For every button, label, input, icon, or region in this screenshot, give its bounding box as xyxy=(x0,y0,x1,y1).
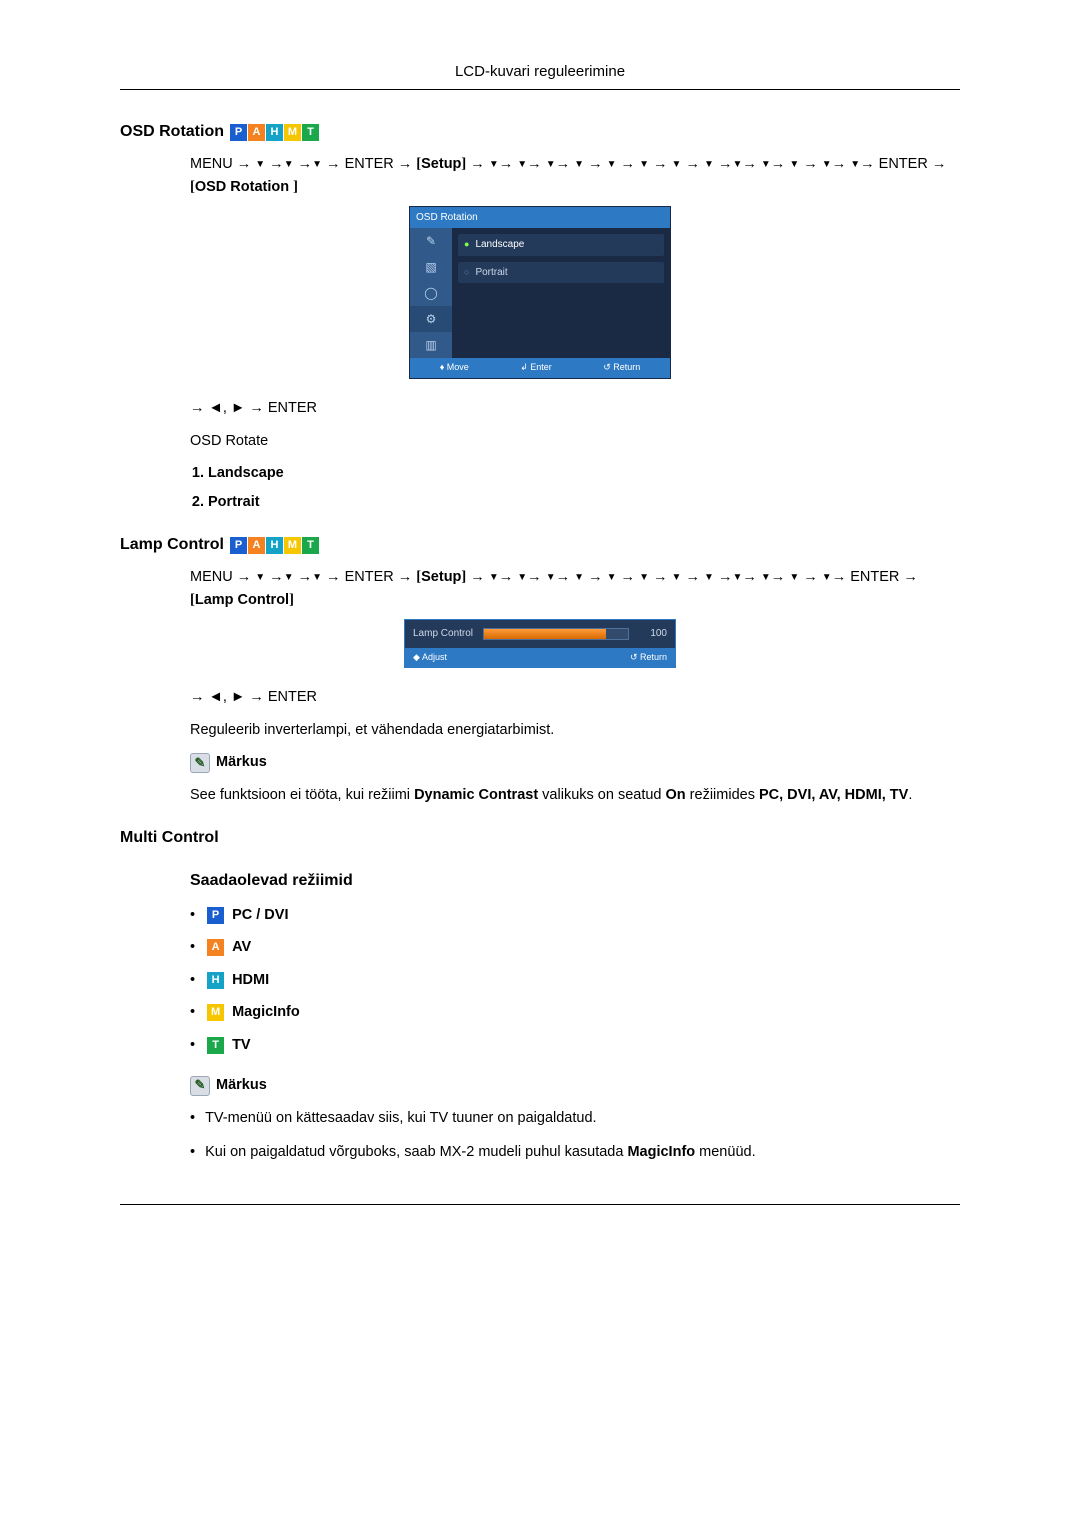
lamp-post-nav: → ◄, ► → ENTER xyxy=(190,686,960,708)
osd-screenshot-header: OSD Rotation xyxy=(410,207,670,229)
lamp-note-heading: ✎ Märkus xyxy=(190,751,960,773)
badge-a-icon: A xyxy=(248,124,265,141)
badge-t-icon: T xyxy=(302,537,319,554)
grid-icon: ▥ xyxy=(410,332,452,358)
footer-rule xyxy=(120,1204,960,1205)
note-icon: ✎ xyxy=(190,1076,210,1096)
mode-pc: P PC / DVI xyxy=(190,904,960,926)
badge-m-icon: M xyxy=(284,537,301,554)
osd-rotation-heading: OSD Rotation P A H M T xyxy=(120,120,960,145)
multi-note-1: TV-menüü on kättesaadav siis, kui TV tuu… xyxy=(190,1107,960,1129)
badge-h-icon: H xyxy=(266,537,283,554)
osd-option-landscape: ●Landscape xyxy=(458,234,664,256)
osd-option-portrait: ○Portrait xyxy=(458,262,664,284)
badge-a-icon: A xyxy=(248,537,265,554)
badge-m-icon: M xyxy=(207,1004,224,1021)
header-rule xyxy=(120,89,960,90)
option-landscape: Landscape xyxy=(208,462,960,484)
footer-adjust: ◆ Adjust xyxy=(413,651,447,665)
mode-hdmi: H HDMI xyxy=(190,969,960,991)
badge-strip-2: P A H M T xyxy=(230,537,319,554)
osd-post-nav: → ◄, ► → ENTER xyxy=(190,397,960,419)
portrait-label: Portrait xyxy=(475,265,507,281)
lamp-description: Reguleerib inverterlampi, et vähendada e… xyxy=(190,719,960,741)
available-modes-heading: Saadaolevad režiimid xyxy=(190,869,960,894)
setup-label-2: Setup xyxy=(421,569,461,585)
multi-control-title: Multi Control xyxy=(120,826,219,851)
mode-magicinfo: M MagicInfo xyxy=(190,1001,960,1023)
osd-options-list: Landscape Portrait xyxy=(190,462,960,513)
mode-magic-label: MagicInfo xyxy=(232,1001,300,1023)
osd-rotation-title: OSD Rotation xyxy=(120,120,224,145)
lamp-control-title: Lamp Control xyxy=(120,533,224,558)
mode-av-label: AV xyxy=(232,936,251,958)
osd-screenshot: OSD Rotation ✎ ▧ ◯ ⚙ ▥ ●Landscape ○Portr… xyxy=(409,206,671,379)
lamp-control-label: Lamp Control xyxy=(195,592,289,608)
note-label: Märkus xyxy=(216,751,267,773)
badge-strip: P A H M T xyxy=(230,124,319,141)
lamp-screenshot: Lamp Control 100 ◆ Adjust ↺ Return xyxy=(404,619,676,668)
badge-t-icon: T xyxy=(207,1037,224,1054)
multi-note-heading: ✎ Märkus xyxy=(190,1074,960,1096)
badge-p-icon: P xyxy=(207,907,224,924)
mode-tv-label: TV xyxy=(232,1034,251,1056)
note-icon: ✎ xyxy=(190,753,210,773)
badge-a-icon: A xyxy=(207,939,224,956)
landscape-label: Landscape xyxy=(475,237,524,253)
mode-pc-label: PC / DVI xyxy=(232,904,288,926)
mode-av: A AV xyxy=(190,936,960,958)
mode-hdmi-label: HDMI xyxy=(232,969,269,991)
badge-t-icon: T xyxy=(302,124,319,141)
lamp-slider xyxy=(483,628,629,640)
osd-rotation-label: OSD Rotation xyxy=(195,179,289,195)
badge-p-icon: P xyxy=(230,124,247,141)
lamp-note-text: See funktsioon ei tööta, kui režiimi Dyn… xyxy=(190,784,960,806)
footer-enter: ↲ Enter xyxy=(520,361,552,375)
lamp-shot-label: Lamp Control xyxy=(413,626,473,642)
screens-icon: ▧ xyxy=(410,254,452,280)
option-portrait: Portrait xyxy=(208,491,960,513)
badge-m-icon: M xyxy=(284,124,301,141)
badge-p-icon: P xyxy=(230,537,247,554)
badge-h-icon: H xyxy=(207,972,224,989)
lamp-control-heading: Lamp Control P A H M T xyxy=(120,533,960,558)
footer-return: ↺ Return xyxy=(603,361,640,375)
multi-control-heading: Multi Control xyxy=(120,826,960,851)
lamp-value: 100 xyxy=(639,626,667,642)
footer-move: ♦ Move xyxy=(440,361,469,375)
gear-icon: ⚙ xyxy=(410,306,452,332)
osd-icon-column: ✎ ▧ ◯ ⚙ ▥ xyxy=(410,228,452,358)
mode-list: P PC / DVI A AV H HDMI M MagicInfo T TV xyxy=(190,904,960,1056)
note-label: Märkus xyxy=(216,1074,267,1096)
setup-label: Setup xyxy=(421,156,461,172)
osd-rotate-label: OSD Rotate xyxy=(190,430,960,452)
circle-icon: ◯ xyxy=(410,280,452,306)
multi-note-list: TV-menüü on kättesaadav siis, kui TV tuu… xyxy=(190,1107,960,1164)
page-header: LCD-kuvari reguleerimine xyxy=(120,60,960,83)
lamp-nav-path: MENU → → → → ENTER → [Setup] → → → → → →… xyxy=(190,566,960,611)
multi-note-2: Kui on paigaldatud võrguboks, saab MX-2 … xyxy=(190,1141,960,1163)
footer-return: ↺ Return xyxy=(630,651,667,665)
badge-h-icon: H xyxy=(266,124,283,141)
osd-nav-path: MENU → → → → ENTER → [Setup] → → → → → →… xyxy=(190,153,960,198)
mode-tv: T TV xyxy=(190,1034,960,1056)
brush-icon: ✎ xyxy=(410,228,452,254)
